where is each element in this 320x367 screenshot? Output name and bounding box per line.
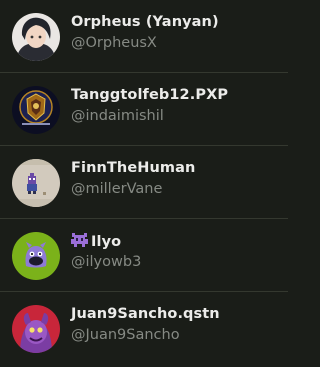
user-row[interactable]: Juan9Sancho.qstn @Juan9Sancho — [0, 292, 288, 365]
user-avatar[interactable] — [12, 232, 60, 280]
anime-portrait-avatar-icon — [12, 13, 60, 61]
display-name[interactable]: Orpheus (Yanyan) — [71, 14, 219, 30]
display-name[interactable]: FinnTheHuman — [71, 160, 195, 176]
emblem-avatar-icon — [12, 86, 60, 134]
username-handle: @OrpheusX — [71, 35, 157, 51]
username-handle: @millerVane — [71, 181, 163, 197]
username-handle: @indaimishil — [71, 108, 164, 124]
pixel-character-avatar-icon — [12, 159, 60, 207]
username-handle: @ilyowb3 — [71, 254, 142, 270]
display-name-text: Ilyo — [91, 234, 122, 250]
user-row[interactable]: Tanggtolfeb12.PXP @indaimishil — [0, 73, 288, 146]
user-avatar[interactable] — [12, 305, 60, 353]
user-avatar[interactable] — [12, 13, 60, 61]
purple-alien-emoji-icon — [71, 233, 88, 252]
user-avatar[interactable] — [12, 86, 60, 134]
user-list: Orpheus (Yanyan) @OrpheusX Tanggtolfeb12… — [0, 0, 288, 367]
user-row[interactable]: FinnTheHuman @millerVane — [0, 146, 288, 219]
display-name[interactable]: Ilyo — [71, 233, 121, 252]
user-row[interactable]: Orpheus (Yanyan) @OrpheusX — [0, 0, 288, 73]
username-handle: @Juan9Sancho — [71, 327, 180, 343]
purple-monster-avatar-icon — [12, 305, 60, 353]
user-row[interactable]: Ilyo @ilyowb3 — [0, 219, 288, 292]
user-avatar[interactable] — [12, 159, 60, 207]
display-name[interactable]: Juan9Sancho.qstn — [71, 306, 220, 322]
purple-creature-avatar-icon — [12, 232, 60, 280]
display-name[interactable]: Tanggtolfeb12.PXP — [71, 87, 228, 103]
